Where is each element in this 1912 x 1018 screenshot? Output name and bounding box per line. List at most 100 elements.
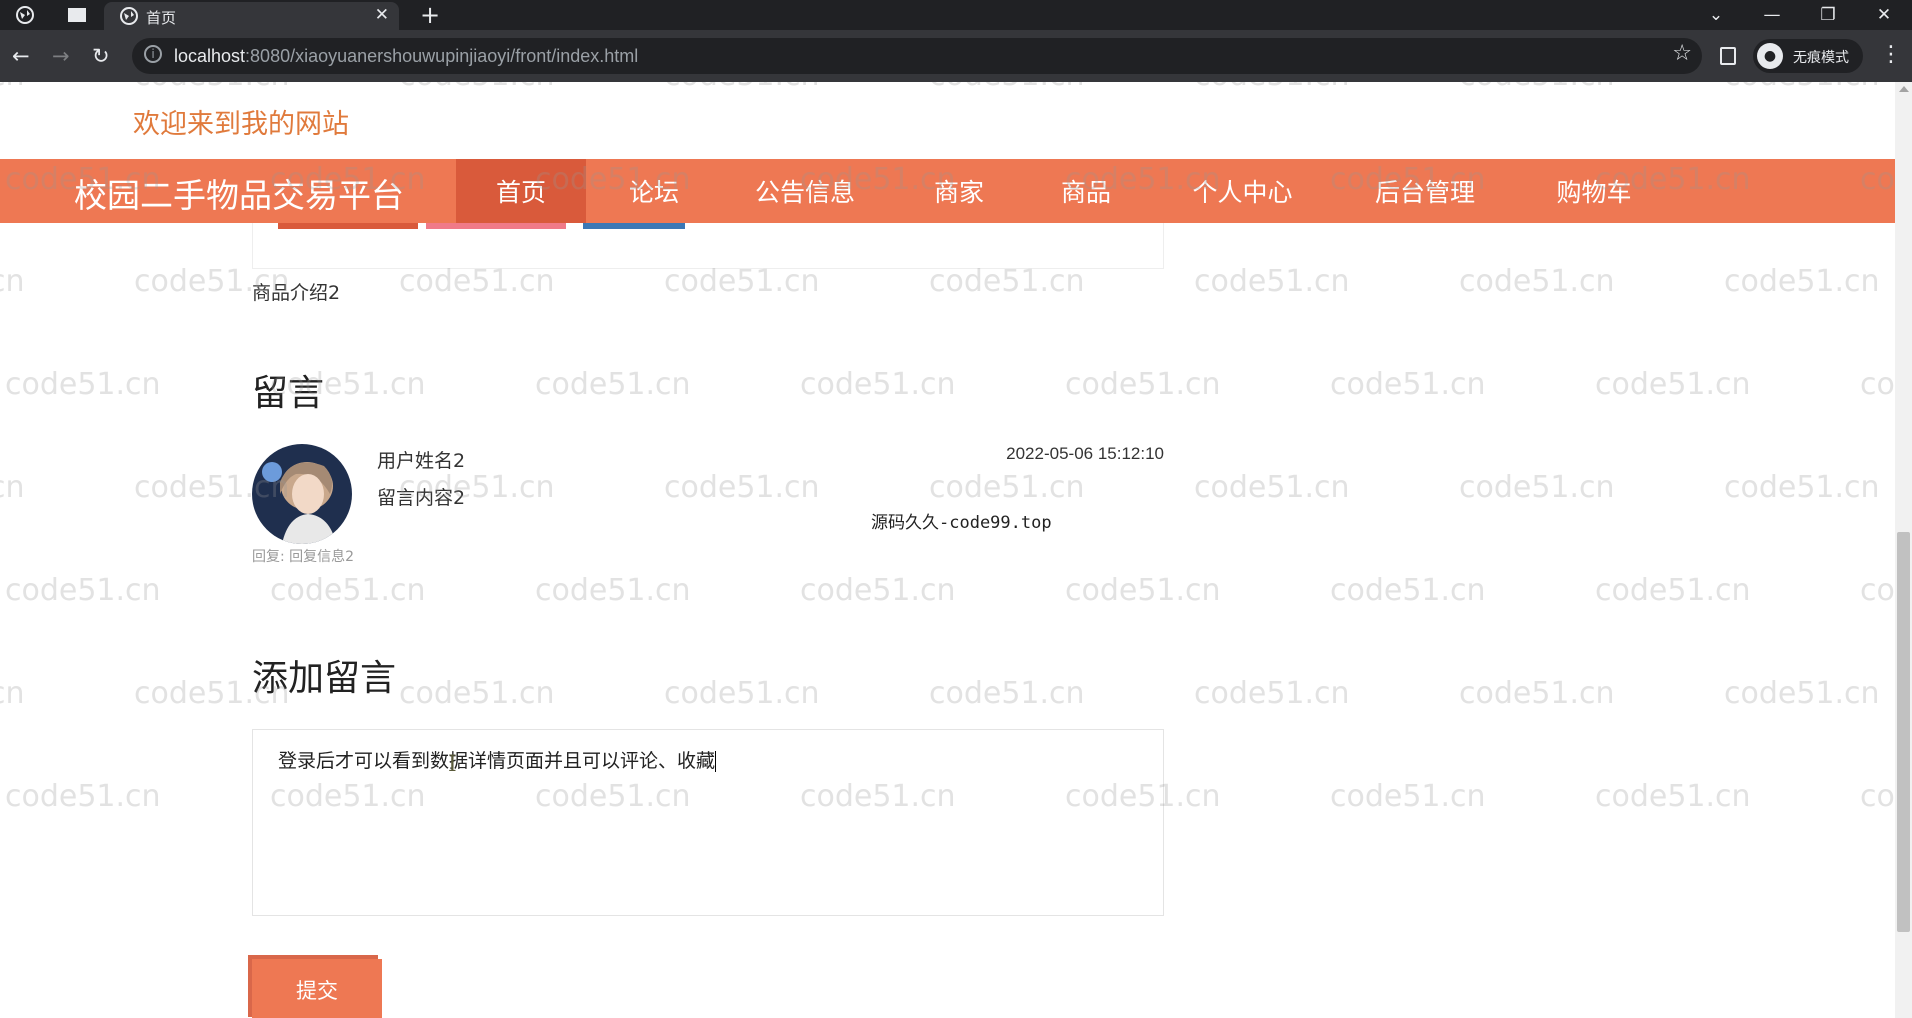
watermark-text: code51.cn	[1595, 779, 1751, 814]
watermark-text: code51.cn	[929, 676, 1085, 711]
watermark-text: code51.cn	[1459, 264, 1615, 299]
watermark-text: code51.cn	[1724, 82, 1880, 93]
watermark-text: code51.cn	[1860, 573, 1895, 608]
comment-reply: 回复: 回复信息2	[252, 549, 355, 565]
watermark-text: code51.cn	[399, 264, 555, 299]
watermark-text: code51.cn	[0, 264, 25, 299]
forward-icon[interactable]: →	[52, 44, 70, 68]
watermark-text: code51.cn	[1459, 470, 1615, 505]
minimize-icon[interactable]: —	[1744, 0, 1800, 30]
watermark-text: code51.cn	[1459, 676, 1615, 711]
comment-time: 2022-05-06 15:12:10	[1006, 444, 1164, 463]
comments-heading: 留言	[252, 373, 325, 414]
nav-forum[interactable]: 论坛	[600, 159, 708, 223]
close-icon[interactable]: ✕	[375, 5, 389, 25]
tab-title: 首页	[146, 9, 177, 27]
info-icon[interactable]: i	[144, 45, 162, 63]
watermark-text: code51.cn	[1724, 676, 1880, 711]
text-cursor-icon: I	[448, 752, 457, 777]
nav-home[interactable]: 首页	[456, 159, 586, 223]
address-bar: ← → ↻ i localhost:8080/xiaoyuanershouwup…	[0, 30, 1912, 82]
globe-icon	[120, 7, 138, 29]
tab-home[interactable]: 首页 ✕	[104, 2, 399, 30]
incognito-badge[interactable]: ● 无痕模式	[1753, 39, 1863, 73]
watermark-text: code51.cn	[1065, 367, 1221, 402]
watermark-text: code51.cn	[664, 470, 820, 505]
watermark-text: code51.cn	[1194, 82, 1350, 93]
avatar	[252, 444, 352, 544]
watermark-text: code51.cn	[134, 82, 290, 93]
comment-textarea[interactable]: 登录后才可以看到数据详情页面并且可以评论、收藏	[252, 729, 1164, 916]
reload-icon[interactable]: ↻	[92, 44, 110, 68]
omnibox[interactable]: i localhost:8080/xiaoyuanershouwupinjiao…	[132, 38, 1702, 74]
site-brand[interactable]: 校园二手物品交易平台	[74, 169, 404, 217]
watermark-text: code51.cn	[1330, 573, 1486, 608]
watermark-text: code51.cn	[399, 82, 555, 93]
watermark-text: code51.cn	[800, 367, 956, 402]
comment-username: 用户姓名2	[377, 450, 466, 472]
globe-icon[interactable]	[14, 4, 36, 26]
close-window-icon[interactable]: ✕	[1856, 0, 1912, 30]
tab-window-icon[interactable]	[66, 4, 88, 26]
nav-merchants[interactable]: 商家	[905, 159, 1013, 223]
main-navbar: 校园二手物品交易平台 首页 论坛 公告信息 商家 商品 个人中心 后台管理 购物…	[0, 159, 1895, 223]
watermark-text: code51.cn	[1194, 264, 1350, 299]
watermark-text: code51.cn	[1330, 367, 1486, 402]
watermark-text: code51.cn	[664, 676, 820, 711]
submit-button[interactable]: 提交	[252, 959, 382, 1018]
nav-notices[interactable]: 公告信息	[735, 159, 875, 223]
scroll-up-arrow-icon[interactable]	[1899, 86, 1909, 92]
comment-content: 留言内容2	[377, 487, 466, 509]
nav-cart[interactable]: 购物车	[1530, 159, 1658, 223]
incognito-icon: ●	[1757, 43, 1783, 69]
tab-bar: 首页 ✕ + ⌄ — ❐ ✕	[0, 0, 1912, 30]
watermark-text: code51.cn	[5, 779, 161, 814]
watermark-text: code51.cn	[1194, 676, 1350, 711]
page-viewport: 欢迎来到我的网站 校园二手物品交易平台 首页 论坛 公告信息 商家 商品 个人中…	[0, 82, 1895, 1018]
watermark-text: code51.cn	[1724, 264, 1880, 299]
nav-profile[interactable]: 个人中心	[1170, 159, 1315, 223]
comment-textarea-text: 登录后才可以看到数据详情页面并且可以评论、收藏	[278, 750, 717, 772]
tab-search-icon[interactable]: ⌄	[1688, 0, 1744, 30]
watermark-text: code51.cn	[1194, 470, 1350, 505]
watermark-text: code51.cn	[929, 264, 1085, 299]
back-icon[interactable]: ←	[12, 44, 30, 68]
watermark-text: code51.cn	[5, 573, 161, 608]
add-comment-heading: 添加留言	[252, 658, 397, 699]
watermark-text: code51.cn	[5, 367, 161, 402]
watermark-text: code51.cn	[270, 573, 426, 608]
menu-icon[interactable]: ⋮	[1880, 42, 1902, 67]
watermark-text: code51.cn	[1459, 82, 1615, 93]
new-tab-icon[interactable]: +	[420, 1, 440, 29]
watermark-text: code51.cn	[1330, 779, 1486, 814]
scrollbar[interactable]	[1895, 82, 1912, 1018]
url-text[interactable]: localhost:8080/xiaoyuanershouwupinjiaoyi…	[174, 46, 638, 67]
watermark-text: code51.cn	[1860, 367, 1895, 402]
watermark-text: code51.cn	[929, 470, 1085, 505]
welcome-text: 欢迎来到我的网站	[133, 109, 349, 140]
watermark-text: code51.cn	[0, 470, 25, 505]
watermark-text: code51.cn	[664, 264, 820, 299]
product-card-bottom	[252, 223, 1164, 269]
watermark-text: code51.cn	[535, 367, 691, 402]
watermark-text: code51.cn	[399, 676, 555, 711]
restore-icon[interactable]: ❐	[1800, 0, 1856, 30]
watermark-text: code51.cn	[1860, 779, 1895, 814]
scrollbar-thumb[interactable]	[1897, 532, 1910, 932]
watermark-text: code51.cn	[1595, 573, 1751, 608]
watermark-text: code51.cn	[0, 676, 25, 711]
nav-products[interactable]: 商品	[1032, 159, 1140, 223]
watermark-text: code51.cn	[664, 82, 820, 93]
watermark-text: code51.cn	[0, 82, 25, 93]
watermark-text: code51.cn	[1065, 573, 1221, 608]
watermark-text: code51.cn	[800, 573, 956, 608]
watermark-text: code51.cn	[1724, 470, 1880, 505]
product-intro: 商品介绍2	[252, 282, 341, 304]
reading-list-icon[interactable]	[1720, 47, 1736, 65]
watermark-text: code51.cn	[929, 82, 1085, 93]
nav-admin[interactable]: 后台管理	[1350, 159, 1500, 223]
incognito-label: 无痕模式	[1793, 50, 1849, 66]
watermark-text: code51.cn	[1595, 367, 1751, 402]
bookmark-star-icon[interactable]: ☆	[1672, 41, 1692, 66]
watermark-text: code51.cn	[535, 573, 691, 608]
